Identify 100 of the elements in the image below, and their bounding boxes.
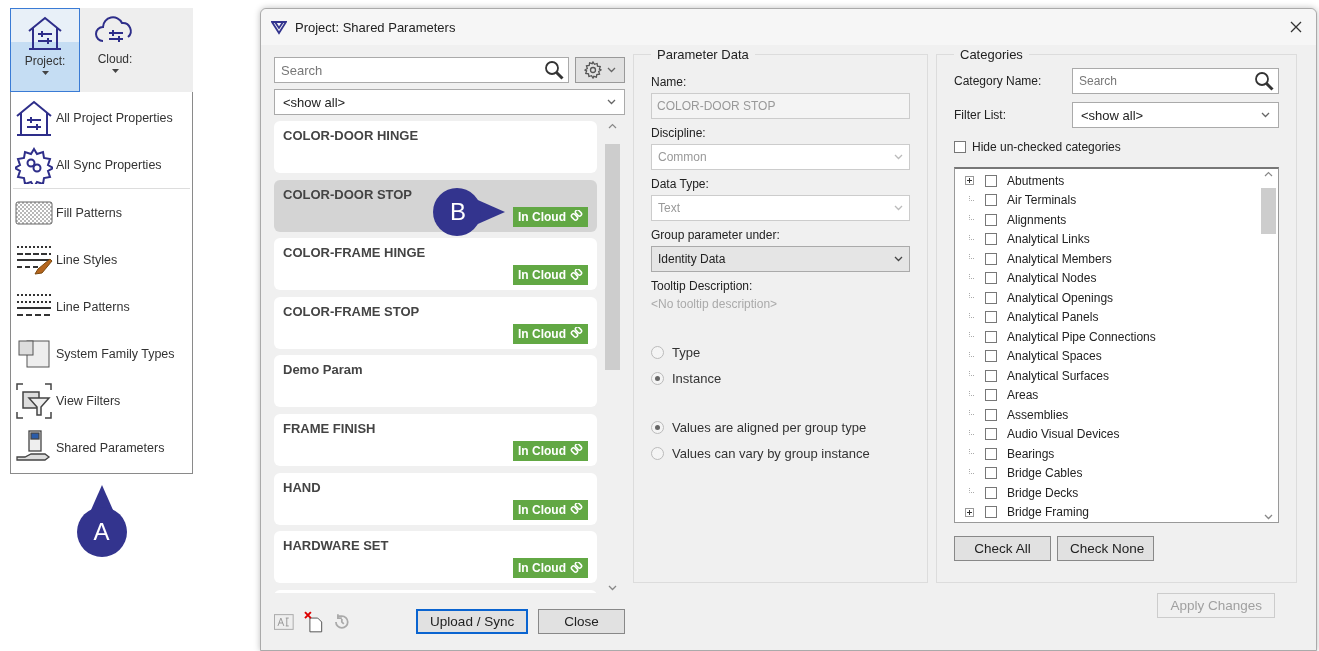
expand-plus-icon[interactable] bbox=[964, 176, 974, 186]
tree-item[interactable]: Bridge Framing bbox=[963, 502, 1259, 522]
menu-item[interactable]: All Sync Properties bbox=[11, 141, 192, 188]
tree-item[interactable]: Alignments bbox=[963, 210, 1259, 230]
checkbox[interactable] bbox=[985, 174, 997, 187]
checkbox[interactable] bbox=[985, 330, 997, 343]
radio-button[interactable] bbox=[651, 346, 664, 359]
parameter-card[interactable]: FRAME FINISH In Cloud bbox=[274, 413, 597, 466]
chevron-down-icon bbox=[894, 205, 903, 211]
tooltip-field[interactable]: <No tooltip description> bbox=[651, 297, 910, 311]
checkbox[interactable] bbox=[954, 141, 966, 153]
filter-dropdown[interactable]: <show all> bbox=[274, 89, 625, 115]
checkbox[interactable] bbox=[985, 467, 997, 480]
checkbox[interactable] bbox=[985, 447, 997, 460]
radio-option[interactable]: Values are aligned per group type bbox=[651, 420, 910, 435]
tree-item[interactable]: Abutments bbox=[963, 171, 1259, 191]
parameter-card[interactable]: HARDWARE SET In Cloud bbox=[274, 531, 597, 584]
house-sliders-icon bbox=[26, 15, 64, 51]
radio-button[interactable] bbox=[651, 421, 664, 434]
checkbox[interactable] bbox=[985, 291, 997, 304]
parameter-card[interactable]: COLOR-FRAME STOP In Cloud bbox=[274, 296, 597, 349]
parameter-name: COLOR-DOOR HINGE bbox=[283, 128, 419, 143]
checkbox[interactable] bbox=[985, 389, 997, 402]
checkbox[interactable] bbox=[985, 350, 997, 363]
ribbon-button[interactable]: Project: bbox=[10, 8, 80, 92]
tree-item[interactable]: Analytical Nodes bbox=[963, 268, 1259, 288]
radio-button[interactable] bbox=[651, 447, 664, 460]
category-search-field[interactable]: Search bbox=[1072, 68, 1279, 94]
parameter-name: Demo Param bbox=[283, 362, 363, 378]
tree-item[interactable]: Analytical Links bbox=[963, 229, 1259, 249]
checkbox[interactable] bbox=[985, 369, 997, 382]
checkbox[interactable] bbox=[985, 194, 997, 207]
tree-item[interactable]: Analytical Surfaces bbox=[963, 366, 1259, 386]
cloud-status-badge: In Cloud bbox=[513, 440, 588, 461]
link-icon bbox=[570, 444, 583, 458]
radio-option[interactable]: Instance bbox=[651, 371, 910, 386]
search-input[interactable]: Search bbox=[1077, 73, 1254, 89]
radio-option[interactable]: Values can vary by group instance bbox=[651, 446, 910, 461]
parameter-card[interactable]: HAND In Cloud bbox=[274, 472, 597, 525]
checkbox[interactable] bbox=[985, 408, 997, 421]
footer-button[interactable]: Close bbox=[538, 609, 625, 634]
tree-item[interactable]: Assemblies bbox=[963, 405, 1259, 425]
ribbon-button[interactable]: Cloud: bbox=[80, 8, 150, 92]
tree-item[interactable]: Analytical Pipe Connections bbox=[963, 327, 1259, 347]
filter-dropdown[interactable]: <show all> bbox=[1072, 102, 1279, 128]
parameter-name: HAND bbox=[283, 479, 321, 495]
search-input[interactable]: Search bbox=[279, 61, 544, 79]
field-label: Discipline: bbox=[651, 126, 707, 140]
tree-item[interactable]: Audio Visual Devices bbox=[963, 424, 1259, 444]
checkbox[interactable] bbox=[985, 506, 997, 519]
tree-item[interactable]: Analytical Openings bbox=[963, 288, 1259, 308]
category-button[interactable]: Check All bbox=[954, 536, 1051, 561]
menu-item[interactable]: Fill Patterns bbox=[11, 189, 192, 236]
scrollbar[interactable] bbox=[603, 121, 622, 593]
checkbox[interactable] bbox=[985, 252, 997, 265]
menu-item[interactable]: Line Patterns bbox=[11, 283, 192, 330]
menu-item-label: Shared Parameters bbox=[56, 440, 165, 455]
menu-item[interactable]: Shared Parameters bbox=[11, 424, 192, 471]
panel-title: Parameter Data bbox=[656, 47, 750, 62]
category-label: Analytical Panels bbox=[1007, 310, 1099, 325]
parameter-card[interactable]: COLOR-FRAME HINGE In Cloud bbox=[274, 238, 597, 291]
settings-button[interactable] bbox=[575, 57, 625, 83]
search-field[interactable]: Search bbox=[274, 57, 569, 83]
search-icon[interactable] bbox=[544, 60, 564, 80]
radio-button[interactable] bbox=[651, 372, 664, 385]
scrollbar[interactable] bbox=[1259, 169, 1278, 522]
parameter-card[interactable]: COLOR-DOOR HINGE bbox=[274, 121, 597, 173]
checkbox[interactable] bbox=[985, 233, 997, 246]
delete-file-icon[interactable] bbox=[303, 610, 324, 633]
chevron-up-icon bbox=[608, 123, 617, 129]
checkbox[interactable] bbox=[985, 213, 997, 226]
category-button[interactable]: Check None bbox=[1057, 536, 1154, 561]
tree-item[interactable]: Air Terminals bbox=[963, 190, 1259, 210]
menu-item[interactable]: Line Styles bbox=[11, 236, 192, 283]
dropdown-field[interactable]: Identity Data bbox=[651, 246, 910, 272]
menu-item[interactable]: View Filters bbox=[11, 377, 192, 424]
search-icon[interactable] bbox=[1254, 71, 1274, 91]
chevron-down-icon bbox=[1261, 112, 1270, 118]
tree-item[interactable]: Bearings bbox=[963, 444, 1259, 464]
footer-button[interactable]: Upload / Sync bbox=[416, 609, 529, 634]
parameter-card[interactable]: Demo Param bbox=[274, 355, 597, 408]
category-label: Bridge Cables bbox=[1007, 466, 1083, 481]
tree-item[interactable]: Bridge Decks bbox=[963, 483, 1259, 503]
menu-item[interactable]: All Project Properties bbox=[11, 94, 192, 141]
checkbox[interactable] bbox=[985, 428, 997, 441]
menu-item[interactable]: System Family Types bbox=[11, 330, 192, 377]
radio-option[interactable]: Type bbox=[651, 345, 910, 360]
scroll-thumb[interactable] bbox=[605, 144, 620, 370]
tree-item[interactable]: Bridge Cables bbox=[963, 463, 1259, 483]
checkbox[interactable] bbox=[985, 486, 997, 499]
checkbox[interactable] bbox=[985, 311, 997, 324]
tree-item[interactable]: Areas bbox=[963, 385, 1259, 405]
tree-item[interactable]: Analytical Panels bbox=[963, 307, 1259, 327]
expand-plus-icon[interactable] bbox=[964, 507, 974, 517]
link-icon bbox=[570, 561, 583, 575]
tree-item[interactable]: Analytical Spaces bbox=[963, 346, 1259, 366]
checkbox[interactable] bbox=[985, 272, 997, 285]
checkbox-option[interactable]: Hide un-checked categories bbox=[954, 140, 1279, 154]
scroll-thumb[interactable] bbox=[1261, 188, 1276, 234]
tree-item[interactable]: Analytical Members bbox=[963, 249, 1259, 269]
